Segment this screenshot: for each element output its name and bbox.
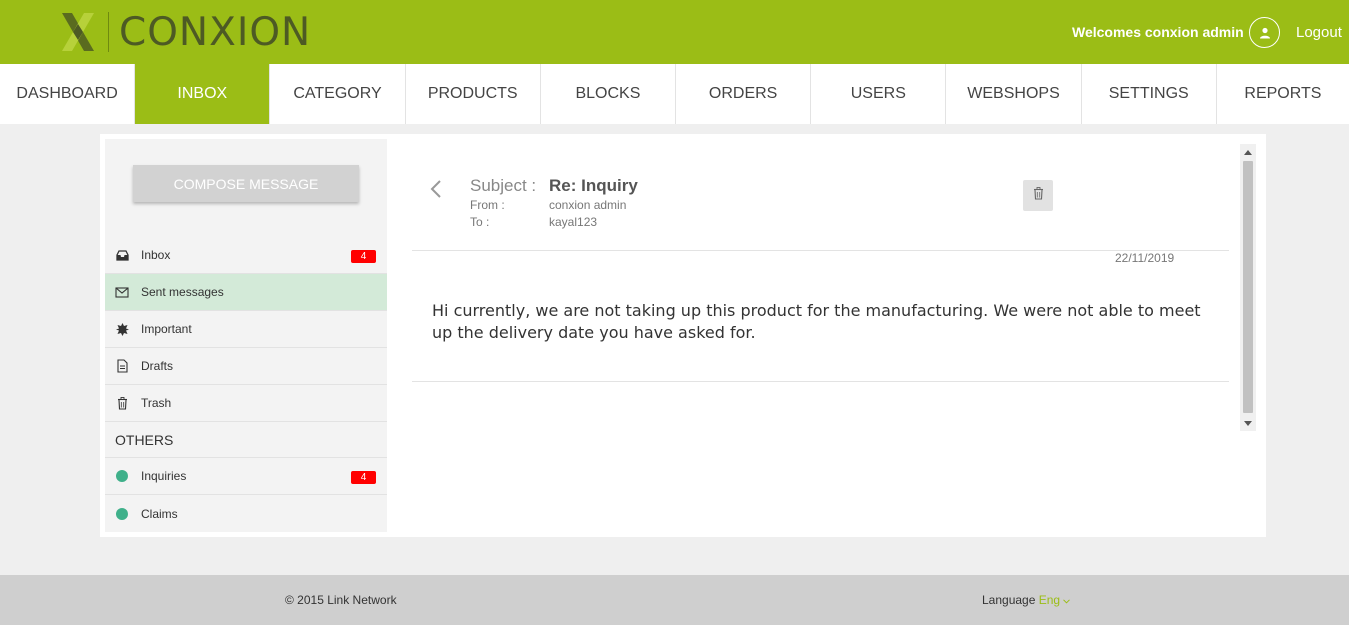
message-view: Subject : Re: Inquiry From : conxion adm… — [412, 134, 1229, 537]
folder-label: Important — [141, 322, 192, 336]
language-selector[interactable]: Language Eng — [982, 593, 1071, 607]
copyright-text: © 2015 Link Network — [285, 593, 397, 607]
subject-value: Re: Inquiry — [549, 176, 638, 195]
inbox-tray-icon — [115, 248, 129, 262]
folder-label: Drafts — [141, 359, 174, 373]
from-label: From : — [470, 198, 505, 212]
scroll-down-arrow-icon[interactable] — [1240, 415, 1256, 431]
message-date: 22/11/2019 — [1115, 251, 1175, 265]
top-bar: CONXION Welcomes conxion admin Logout — [0, 0, 1349, 64]
user-avatar-icon[interactable] — [1249, 17, 1280, 48]
welcome-text: Welcomes conxion admin — [1072, 24, 1244, 40]
language-value[interactable]: Eng — [1039, 593, 1060, 607]
brand-logo[interactable]: CONXION — [60, 9, 312, 55]
back-chevron-icon[interactable] — [430, 180, 442, 203]
folder-inbox[interactable]: Inbox 4 — [105, 237, 387, 274]
others-heading: OTHERS — [105, 422, 387, 458]
inquiries-count-badge: 4 — [351, 471, 376, 484]
nav-blocks[interactable]: BLOCKS — [541, 64, 677, 124]
footer: © 2015 Link Network Language Eng — [0, 575, 1349, 625]
nav-dashboard[interactable]: DASHBOARD — [0, 64, 136, 124]
folder-sent-messages[interactable]: Sent messages — [105, 274, 387, 311]
nav-inbox[interactable]: INBOX — [135, 64, 271, 124]
green-dot-icon — [115, 507, 129, 521]
folder-label: Inquiries — [141, 469, 187, 483]
body-divider — [412, 381, 1229, 382]
scroll-up-arrow-icon[interactable] — [1240, 144, 1256, 160]
nav-products[interactable]: PRODUCTS — [406, 64, 541, 124]
message-body: Hi currently, we are not taking up this … — [432, 301, 1201, 342]
folder-label: Inbox — [141, 248, 171, 262]
compose-message-button[interactable]: COMPOSE MESSAGE — [133, 165, 359, 202]
nav-category[interactable]: CATEGORY — [270, 64, 406, 124]
folder-drafts[interactable]: Drafts — [105, 348, 387, 385]
logo-divider — [108, 12, 109, 52]
folder-list: Inbox 4 Sent messages Important Drafts T… — [105, 237, 387, 532]
nav-orders[interactable]: ORDERS — [676, 64, 812, 124]
folder-label: Claims — [141, 506, 178, 521]
green-dot-icon — [115, 469, 129, 483]
language-label: Language — [982, 593, 1036, 607]
nav-settings[interactable]: SETTINGS — [1082, 64, 1217, 124]
nav-reports[interactable]: REPORTS — [1217, 64, 1349, 124]
mail-card: COMPOSE MESSAGE Inbox 4 Sent messages Im — [100, 134, 1266, 537]
to-label: To : — [470, 215, 490, 229]
envelope-icon — [115, 285, 129, 299]
document-icon — [115, 359, 129, 373]
nav-users[interactable]: USERS — [811, 64, 947, 124]
from-value: conxion admin — [549, 198, 627, 212]
brand-name: CONXION — [119, 9, 312, 55]
folder-claims[interactable]: Claims — [105, 495, 387, 532]
logout-link[interactable]: Logout — [1296, 24, 1342, 41]
vertical-scrollbar[interactable] — [1240, 144, 1256, 431]
trash-icon — [115, 396, 129, 410]
subject-label: Subject : — [470, 176, 537, 195]
inbox-count-badge: 4 — [351, 250, 376, 263]
scroll-thumb[interactable] — [1243, 161, 1253, 413]
mail-sidebar: COMPOSE MESSAGE Inbox 4 Sent messages Im — [105, 139, 387, 532]
delete-message-button[interactable] — [1023, 180, 1053, 211]
folder-trash[interactable]: Trash — [105, 385, 387, 422]
star-burst-icon — [115, 322, 129, 336]
folder-label: Sent messages — [141, 285, 224, 299]
trash-icon — [1033, 186, 1044, 205]
folder-inquiries[interactable]: Inquiries 4 — [105, 458, 387, 495]
conxion-logo-icon — [60, 11, 96, 53]
header-divider — [412, 250, 1229, 251]
chevron-down-icon[interactable] — [1063, 593, 1071, 607]
nav-webshops[interactable]: WEBSHOPS — [946, 64, 1082, 124]
folder-label: Trash — [141, 396, 172, 410]
main-nav: DASHBOARD INBOX CATEGORY PRODUCTS BLOCKS… — [0, 64, 1349, 124]
to-value: kayal123 — [549, 215, 598, 229]
folder-important[interactable]: Important — [105, 311, 387, 348]
